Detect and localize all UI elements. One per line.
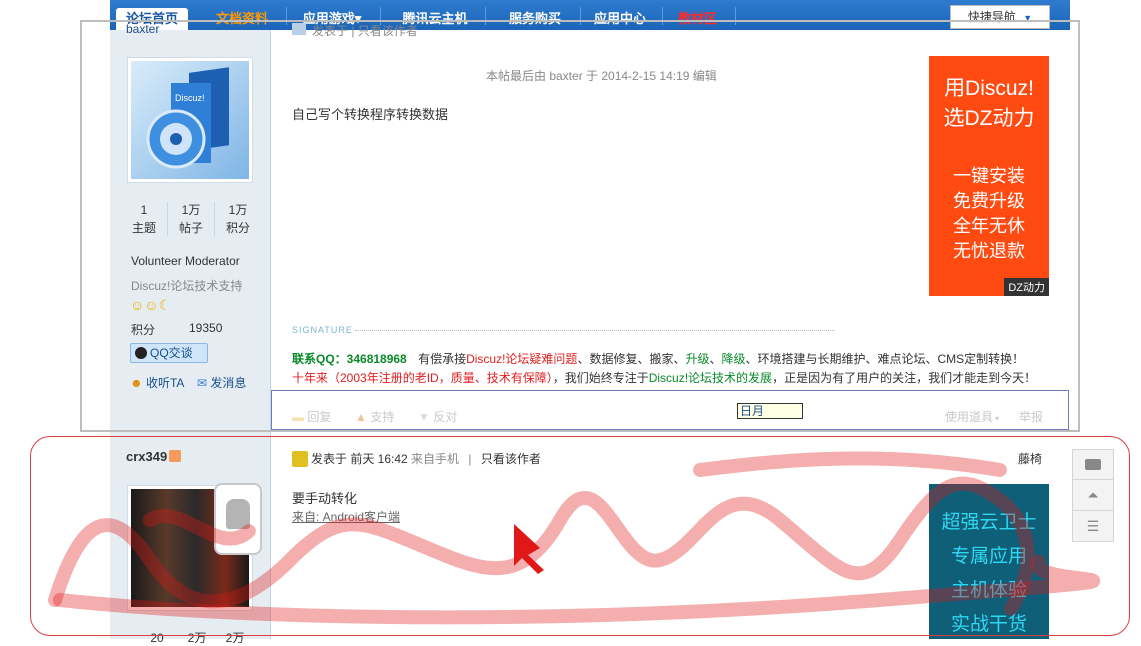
annotation-scribble [48, 451, 1101, 625]
